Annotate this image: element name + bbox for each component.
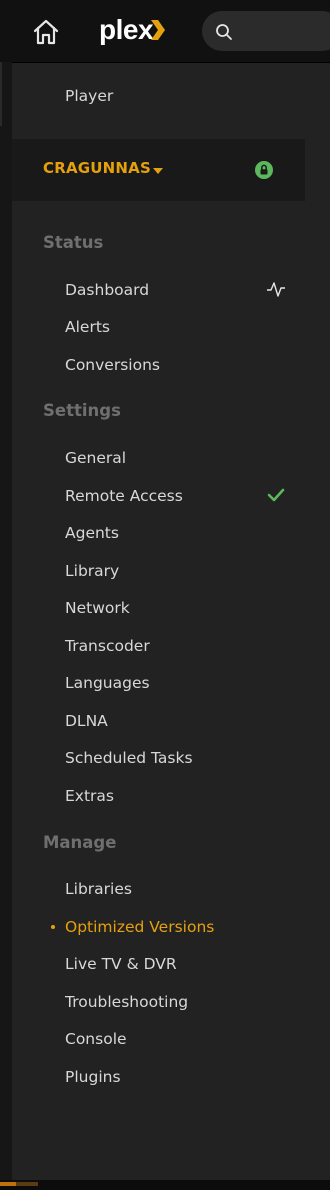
logo-chevron	[151, 20, 165, 40]
logo-text: plex	[99, 14, 154, 45]
nav-plugins[interactable]: Plugins	[65, 1067, 121, 1087]
activity-icon	[267, 282, 285, 297]
nav-optimized-versions[interactable]: Optimized Versions	[65, 917, 214, 937]
section-status: Status	[43, 233, 104, 252]
nav-remote-access[interactable]: Remote Access	[65, 486, 183, 506]
home-button[interactable]	[15, 10, 77, 54]
home-icon	[33, 19, 59, 45]
left-edge	[0, 62, 12, 1180]
section-manage: Manage	[43, 833, 117, 852]
nav-scheduled-tasks[interactable]: Scheduled Tasks	[65, 748, 193, 768]
section-settings: Settings	[43, 401, 121, 420]
nav-dlna[interactable]: DLNA	[65, 711, 108, 731]
progress-buffer	[16, 1182, 38, 1186]
nav-console[interactable]: Console	[65, 1029, 127, 1049]
lock-icon	[255, 161, 273, 179]
nav-general[interactable]: General	[65, 448, 126, 468]
check-icon	[267, 488, 285, 502]
chevron-down-icon	[153, 168, 163, 174]
progress-fill	[0, 1182, 17, 1186]
nav-extras[interactable]: Extras	[65, 786, 114, 806]
nav-conversions[interactable]: Conversions	[65, 355, 160, 375]
nav-live-tv-dvr[interactable]: Live TV & DVR	[65, 954, 177, 974]
settings-sidebar	[12, 63, 330, 1180]
plex-logo[interactable]: plex	[99, 12, 169, 48]
nav-library[interactable]: Library	[65, 561, 119, 581]
server-name: CRAGUNNAS	[43, 159, 151, 177]
nav-dashboard[interactable]: Dashboard	[65, 280, 149, 300]
nav-transcoder[interactable]: Transcoder	[65, 636, 150, 656]
nav-alerts[interactable]: Alerts	[65, 317, 110, 337]
active-indicator-dot	[51, 925, 55, 929]
player-progress-bar[interactable]	[0, 1180, 330, 1190]
nav-languages[interactable]: Languages	[65, 673, 150, 693]
search-input[interactable]	[202, 11, 330, 51]
search-icon	[216, 24, 232, 40]
edge-notch	[0, 62, 2, 126]
server-selector[interactable]: CRAGUNNAS	[12, 139, 305, 201]
nav-network[interactable]: Network	[65, 598, 130, 618]
nav-player[interactable]: Player	[65, 86, 113, 106]
top-bar: plex	[0, 0, 330, 63]
nav-agents[interactable]: Agents	[65, 523, 119, 543]
nav-troubleshooting[interactable]: Troubleshooting	[65, 992, 188, 1012]
nav-libraries[interactable]: Libraries	[65, 879, 132, 899]
